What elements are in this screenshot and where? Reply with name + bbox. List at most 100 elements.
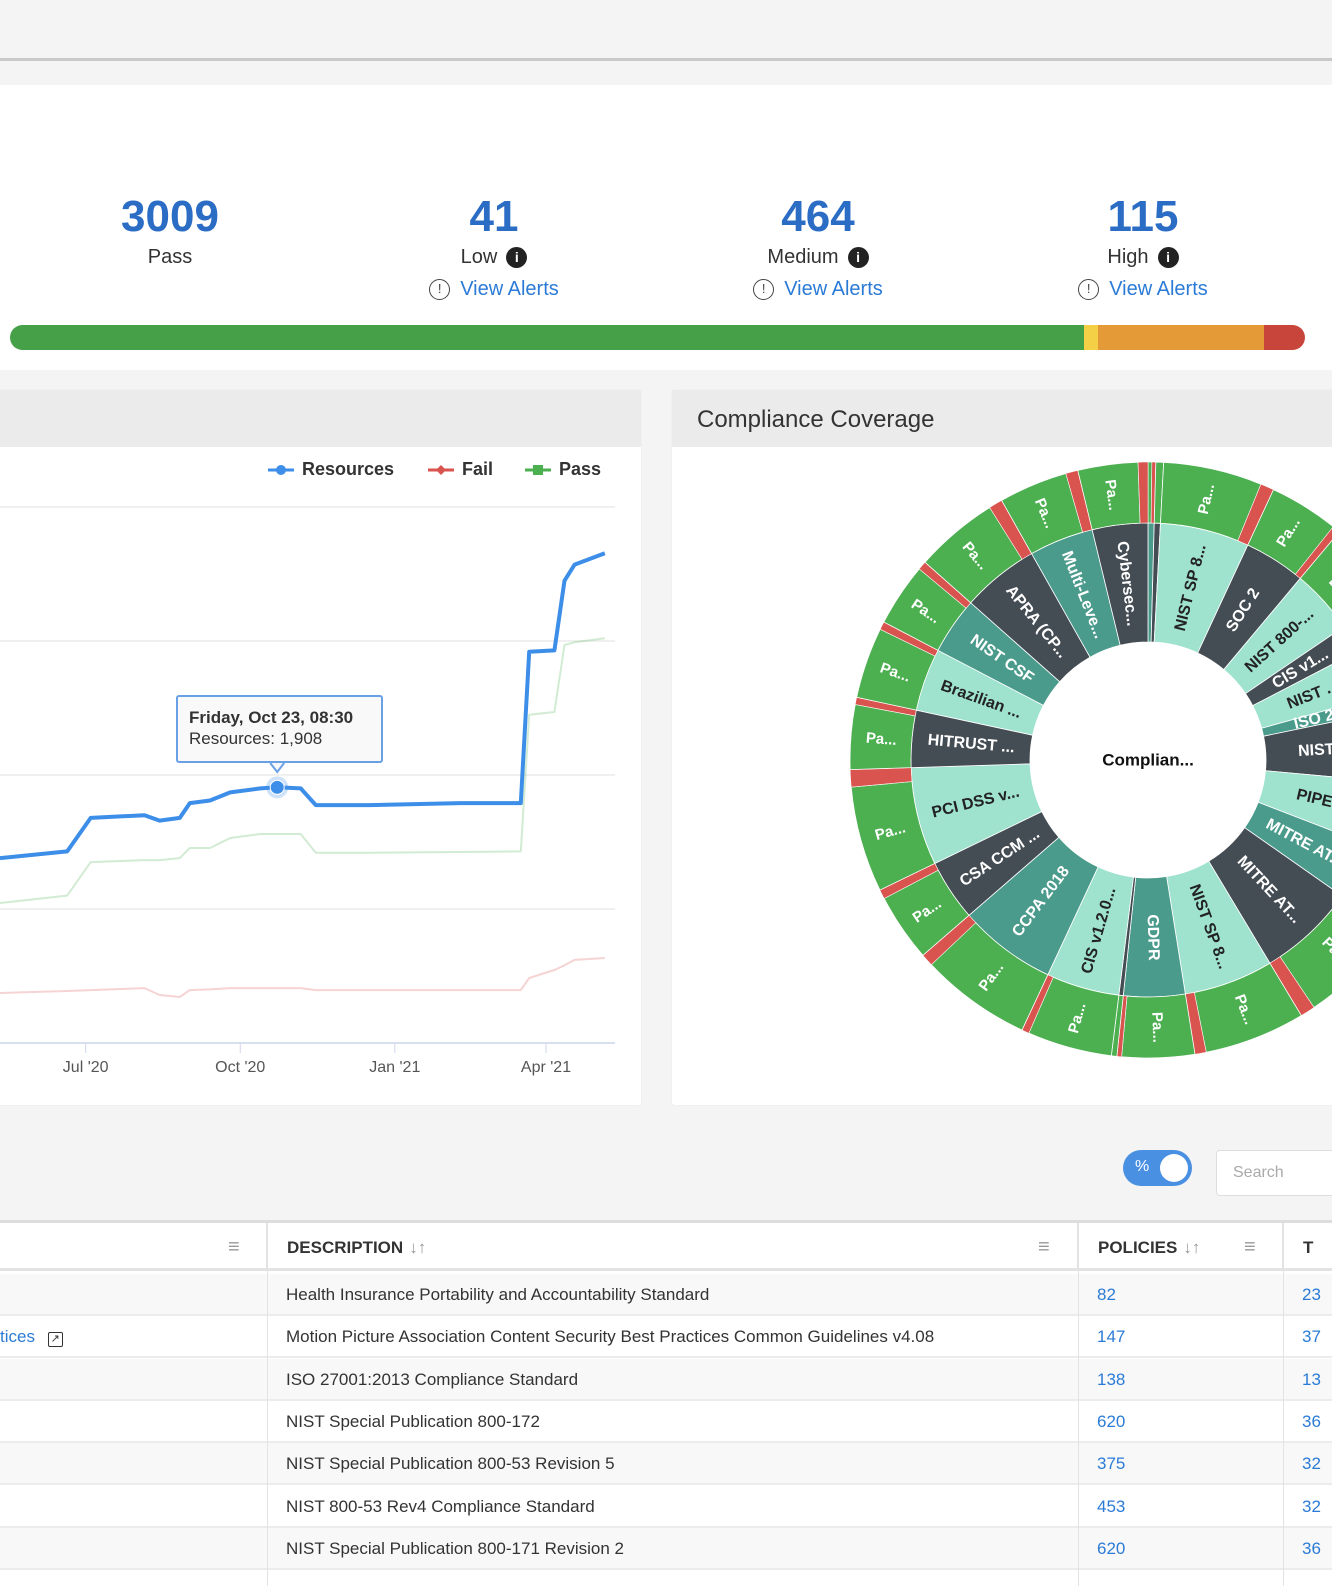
table-header: ≡ DESCRIPTION ↓↑ ≡ POLICIES ↓↑ ≡ T — [0, 1223, 1332, 1271]
pass-label: Pa... — [1148, 1012, 1166, 1043]
legend-fail[interactable]: Fail — [428, 459, 493, 480]
series-line-pass[interactable] — [0, 637, 605, 904]
policies-count-link[interactable]: 453 — [1097, 1486, 1247, 1526]
legend-resources[interactable]: Resources — [268, 459, 394, 480]
legend-marker-fail — [428, 464, 454, 475]
alert-circle-icon: ! — [1078, 279, 1100, 300]
compliance-sunburst-chart: NIST SP 8...Pa...SOC 2Pa...NIST 800-...P… — [849, 461, 1332, 1059]
description-cell: NIST Special Publication 800-53 Revision… — [286, 1454, 615, 1474]
column-menu-icon[interactable]: ≡ — [1038, 1236, 1050, 1259]
percent-toggle[interactable]: % — [1123, 1150, 1192, 1186]
info-icon[interactable]: i — [1157, 247, 1179, 268]
table-row[interactable]: ISO 27001:2013 Compliance Standard 138 13 — [0, 1358, 1332, 1401]
stat-label: High — [1107, 246, 1149, 268]
compliance-table: ≡ DESCRIPTION ↓↑ ≡ POLICIES ↓↑ ≡ T Health In… — [0, 1220, 1332, 1586]
stat-label: Pass — [147, 246, 193, 268]
description-cell: NIST Special Publication 800-172 — [286, 1411, 540, 1431]
info-icon[interactable]: i — [847, 247, 869, 268]
total-count-link[interactable]: 32 — [1302, 1486, 1332, 1526]
column-header-policies[interactable]: POLICIES ↓↑ ≡ — [1078, 1223, 1283, 1271]
policies-count-link[interactable]: 375 — [1097, 1443, 1247, 1483]
stat-label: Medium — [767, 246, 839, 268]
tooltip-pointer — [269, 762, 285, 774]
column-label: POLICIES — [1098, 1238, 1178, 1257]
view-alerts-low-link[interactable]: ! View Alerts — [374, 278, 614, 301]
stat-pass: 3009 Pass — [50, 190, 290, 269]
severity-bar-segment-medium — [1098, 325, 1264, 350]
severity-bar — [10, 325, 1305, 350]
column-label: DESCRIPTION — [287, 1238, 404, 1257]
x-tick-label: Jan '21 — [369, 1059, 420, 1076]
policies-count-link[interactable]: 147 — [1097, 1316, 1247, 1356]
table-row[interactable]: Health Insurance Portability and Account… — [0, 1274, 1332, 1316]
column-menu-icon[interactable]: ≡ — [228, 1236, 240, 1259]
fail-segment[interactable] — [1137, 461, 1149, 524]
column-menu-icon[interactable]: ≡ — [1244, 1236, 1256, 1259]
toggle-knob — [1160, 1154, 1188, 1182]
stat-high: 115 High i ! View Alerts — [1023, 190, 1263, 301]
trend-card-header — [0, 390, 641, 447]
standard-name[interactable]: tices — [0, 1327, 35, 1346]
hover-point[interactable] — [269, 779, 285, 795]
total-count-link[interactable]: 13 — [1302, 1359, 1332, 1399]
stat-low: 41 Low i ! View Alerts — [374, 190, 614, 301]
toggle-label: % — [1135, 1158, 1150, 1175]
legend-marker-pass — [525, 464, 551, 475]
tooltip-title: Friday, Oct 23, 08:30 — [189, 708, 354, 727]
search-input[interactable] — [1216, 1150, 1332, 1196]
center-label: Complian... — [1102, 751, 1194, 770]
total-count-link[interactable]: 36 — [1302, 1401, 1332, 1441]
column-header-total[interactable]: T — [1283, 1223, 1332, 1271]
policies-count-link[interactable]: 82 — [1097, 1274, 1247, 1314]
alert-circle-icon: ! — [429, 279, 451, 300]
view-alerts-label[interactable]: View Alerts — [784, 278, 883, 301]
x-tick-label: Oct '20 — [215, 1059, 265, 1076]
column-header-description[interactable]: DESCRIPTION ↓↑ ≡ — [267, 1223, 1078, 1271]
trend-line-chart: Jul '20 Oct '20 Jan '21 Apr '21 — [0, 506, 615, 1076]
severity-bar-segment-pass — [10, 325, 1084, 350]
view-alerts-label[interactable]: View Alerts — [1109, 278, 1208, 301]
policies-count-link[interactable]: 138 — [1097, 1359, 1247, 1399]
total-count-link[interactable]: 32 — [1302, 1443, 1332, 1483]
view-alerts-medium-link[interactable]: ! View Alerts — [698, 278, 938, 301]
description-cell: Motion Picture Association Content Secur… — [286, 1327, 935, 1347]
total-count-link[interactable]: 36 — [1302, 1528, 1332, 1568]
severity-bar-segment-high — [1263, 325, 1305, 350]
legend-marker-resources — [268, 464, 294, 475]
sort-icon[interactable]: ↓↑ — [409, 1238, 426, 1257]
alert-circle-icon: ! — [753, 279, 775, 300]
table-row[interactable]: NIST Special Publication 800-53 Revision… — [0, 1443, 1332, 1486]
policies-count-link[interactable]: 620 — [1097, 1528, 1247, 1568]
table-row[interactable]: NIST Special Publication 800-172 620 36 — [0, 1401, 1332, 1443]
standard-name-link[interactable]: tices ↗ — [0, 1316, 267, 1356]
chart-tooltip: Friday, Oct 23, 08:30 Resources: 1,908 — [176, 695, 383, 763]
stat-value: 464 — [781, 192, 855, 241]
description-cell: NIST Special Publication 800-171 Revisio… — [286, 1538, 624, 1558]
view-alerts-label[interactable]: View Alerts — [460, 278, 559, 301]
table-row[interactable]: NIST Special Publication 800-171 Revisio… — [0, 1527, 1332, 1570]
view-alerts-high-link[interactable]: ! View Alerts — [1023, 278, 1263, 301]
stat-value: 41 — [469, 192, 519, 241]
external-link-icon[interactable]: ↗ — [47, 1332, 63, 1348]
total-count-link[interactable]: 37 — [1302, 1316, 1332, 1356]
description-cell: Health Insurance Portability and Account… — [286, 1285, 710, 1304]
total-count-link[interactable]: 23 — [1302, 1274, 1332, 1314]
series-line-fail[interactable] — [0, 957, 605, 998]
sort-icon[interactable]: ↓↑ — [1183, 1238, 1200, 1257]
severity-bar-segment-low — [1083, 325, 1099, 350]
stat-medium: 464 Medium i ! View Alerts — [698, 190, 938, 301]
legend-label: Resources — [302, 459, 395, 479]
pass-label: Pa... — [865, 730, 897, 749]
stat-value: 3009 — [121, 192, 219, 241]
table-row[interactable]: NIST 800-53 Rev4 Compliance Standard 453 3… — [0, 1486, 1332, 1528]
legend-pass[interactable]: Pass — [525, 459, 601, 480]
x-tick-label: Jul '20 — [63, 1059, 109, 1076]
legend-label: Pass — [559, 459, 602, 479]
info-icon[interactable]: i — [506, 247, 528, 268]
description-cell: ISO 27001:2013 Compliance Standard — [286, 1369, 579, 1389]
column-header-name[interactable]: ≡ — [0, 1223, 267, 1271]
stat-value: 115 — [1107, 192, 1179, 241]
table-row[interactable]: tices ↗ Motion Picture Association Conten… — [0, 1316, 1332, 1359]
card-title: Compliance Coverage — [672, 390, 1332, 447]
policies-count-link[interactable]: 620 — [1097, 1401, 1247, 1441]
